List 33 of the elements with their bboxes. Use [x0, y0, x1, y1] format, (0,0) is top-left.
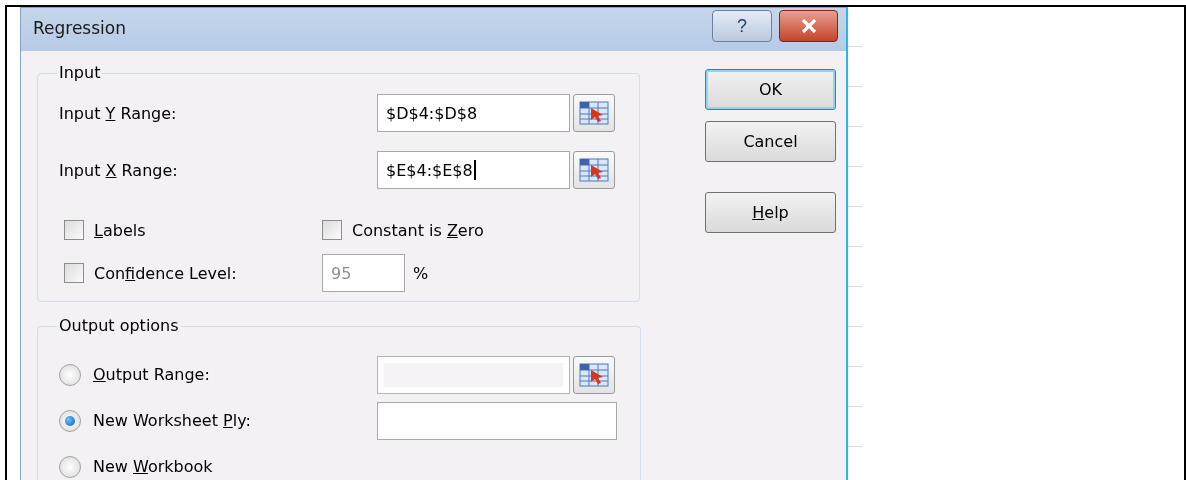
- range-select-button[interactable]: [573, 94, 615, 132]
- grid-arrow-icon: [579, 157, 609, 183]
- field-label: Input Y Range:: [59, 103, 178, 123]
- checkbox-label: Constant is Zero: [352, 220, 484, 240]
- window-title: Regression: [33, 18, 126, 38]
- checkbox[interactable]: [64, 263, 84, 283]
- field-label: Input X Range:: [59, 160, 179, 180]
- grid-arrow-icon: [579, 361, 609, 388]
- close-icon: [800, 19, 817, 33]
- radio-button[interactable]: [59, 455, 81, 478]
- group-title: Output options: [58, 316, 180, 336]
- range-select-button[interactable]: [573, 151, 615, 189]
- dialog-button[interactable]: Help: [705, 192, 836, 233]
- radio-button[interactable]: [59, 363, 81, 386]
- checkbox[interactable]: [322, 220, 342, 240]
- checkbox[interactable]: [64, 220, 84, 240]
- radio-label: New Workbook: [93, 457, 213, 476]
- radio-label: New Worksheet Ply:: [93, 411, 251, 430]
- checkbox-label: Confidence Level:: [94, 263, 237, 283]
- unit-label: %: [413, 263, 429, 283]
- help-button[interactable]: ?: [712, 10, 772, 42]
- checkbox-label: Labels: [94, 220, 146, 240]
- radio-button[interactable]: [59, 409, 81, 432]
- range-select-button[interactable]: [573, 355, 615, 394]
- dialog-button[interactable]: OK: [705, 69, 836, 110]
- close-button[interactable]: [779, 10, 838, 42]
- radio-label: Output Range:: [93, 365, 210, 384]
- group-title: Input: [58, 63, 102, 83]
- input-field[interactable]: $E$4:$E$8: [377, 151, 570, 189]
- dialog-button[interactable]: Cancel: [705, 121, 836, 162]
- grid-arrow-icon: [579, 100, 609, 126]
- input-field[interactable]: $D$4:$D$8: [377, 94, 570, 132]
- input-field[interactable]: [377, 401, 617, 440]
